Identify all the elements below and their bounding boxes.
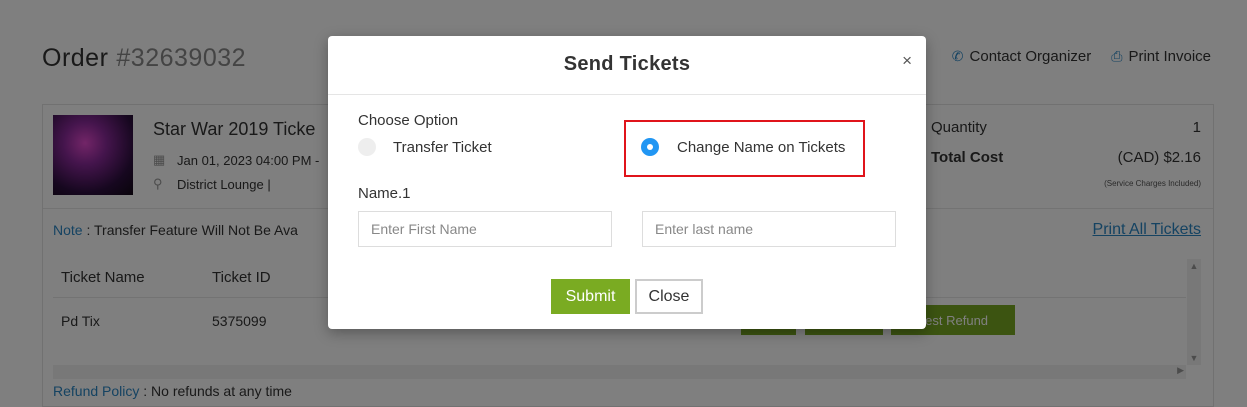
transfer-ticket-option[interactable]: Transfer Ticket	[358, 138, 492, 156]
modal-title: Send Tickets	[563, 53, 691, 75]
transfer-ticket-label[interactable]: Transfer Ticket	[393, 139, 492, 156]
transfer-ticket-radio[interactable]	[358, 138, 376, 156]
change-name-option[interactable]: Change Name on Tickets	[641, 138, 845, 156]
submit-button[interactable]: Submit	[551, 279, 630, 314]
name-label: Name.1	[358, 185, 411, 202]
last-name-input[interactable]	[642, 211, 896, 247]
close-icon[interactable]: ×	[902, 51, 912, 71]
modal-header: Send Tickets ×	[328, 36, 926, 95]
send-tickets-modal: Send Tickets × Choose Option Transfer Ti…	[328, 36, 926, 329]
change-name-radio[interactable]	[641, 138, 659, 156]
close-button[interactable]: Close	[635, 279, 703, 314]
first-name-input[interactable]	[358, 211, 612, 247]
choose-option-label: Choose Option	[358, 112, 459, 129]
change-name-label[interactable]: Change Name on Tickets	[677, 139, 845, 156]
